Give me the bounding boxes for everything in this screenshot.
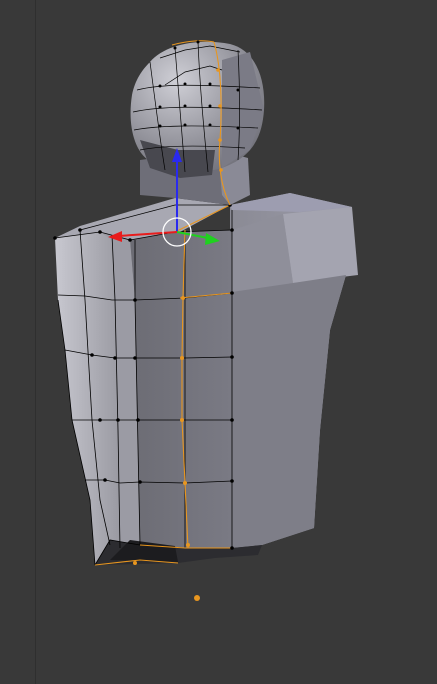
object-origin-icon[interactable] bbox=[194, 595, 200, 601]
torso-right-lower[interactable] bbox=[232, 275, 346, 548]
3d-viewport[interactable] bbox=[0, 0, 437, 684]
torso-back-panel[interactable] bbox=[130, 230, 232, 548]
torso-mesh[interactable] bbox=[53, 193, 358, 566]
scene-canvas[interactable] bbox=[0, 0, 437, 684]
head-mesh[interactable] bbox=[130, 40, 265, 206]
shoulder-cap-right[interactable] bbox=[283, 207, 358, 283]
